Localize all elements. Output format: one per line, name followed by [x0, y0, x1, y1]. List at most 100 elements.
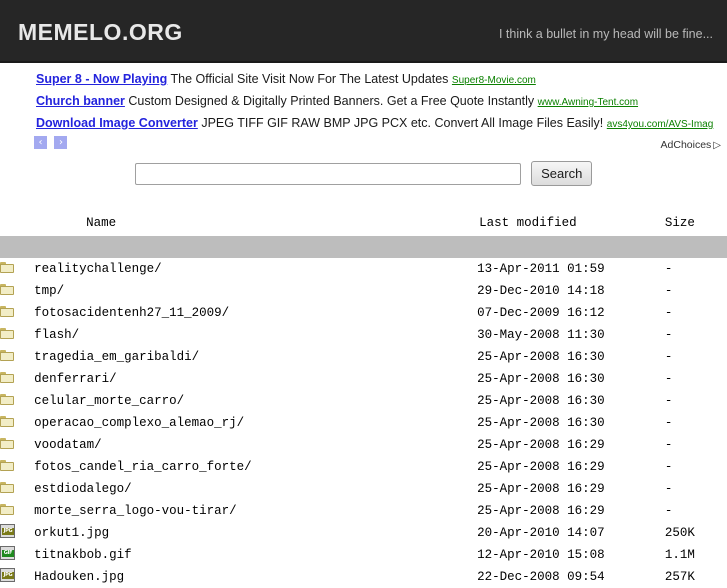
table-row[interactable]: denferrari/25-Apr-2008 16:30 - [0, 368, 727, 390]
adchoices-label: AdChoices [660, 139, 712, 151]
ad-prev-arrow-icon[interactable]: ‹ [34, 136, 47, 149]
last-modified-cell: 25-Apr-2008 16:29 [477, 460, 605, 474]
folder-icon [0, 393, 15, 406]
file-name-cell: operacao_complexo_alemao_rj/ [34, 412, 477, 434]
size-cell: - [664, 284, 673, 298]
table-row[interactable]: operacao_complexo_alemao_rj/25-Apr-2008 … [0, 412, 727, 434]
file-name-link[interactable]: morte_serra_logo-vou-tirar/ [34, 504, 237, 518]
file-type-badge: GIF [2, 550, 14, 557]
file-name-link[interactable]: Hadouken.jpg [34, 570, 124, 584]
file-name-link[interactable]: celular_morte_carro/ [34, 394, 184, 408]
folder-icon [0, 327, 15, 340]
last-modified-cell: 25-Apr-2008 16:30 [477, 350, 605, 364]
table-row[interactable]: JPG orkut1.jpg 20-Apr-2010 14:07 250K [0, 522, 727, 544]
listing-table: Name Last modified Size realitychallenge… [0, 216, 727, 588]
last-modified-cell: 25-Apr-2008 16:29 [477, 438, 605, 452]
jpg-file-icon: JPG [0, 524, 15, 538]
file-name-link[interactable]: fotosacidentenh27_11_2009/ [34, 306, 229, 320]
ad-block: Super 8 - Now Playing The Official Site … [0, 63, 727, 152]
ad-display-url[interactable]: avs4you.com/AVS-Imag [607, 119, 714, 130]
table-row[interactable]: tmp/29-Dec-2010 14:18 - [0, 280, 727, 302]
file-name-link[interactable]: titnakbob.gif [34, 548, 132, 562]
table-row[interactable]: tragedia_em_garibaldi/25-Apr-2008 16:30 - [0, 346, 727, 368]
table-row[interactable]: celular_morte_carro/25-Apr-2008 16:30 - [0, 390, 727, 412]
last-modified-cell: 25-Apr-2008 16:30 [477, 394, 605, 408]
file-name-cell: fotos_candel_ria_carro_forte/ [34, 456, 477, 478]
listing-header-row: Name Last modified Size [0, 216, 727, 236]
table-row[interactable]: estdiodalego/25-Apr-2008 16:29 - [0, 478, 727, 500]
row-icon-cell [0, 368, 34, 390]
site-tagline: I think a bullet in my head will be fine… [498, 27, 713, 41]
file-name-cell: denferrari/ [34, 368, 477, 390]
row-icon-cell [0, 258, 34, 280]
file-name-link[interactable]: realitychallenge/ [34, 262, 162, 276]
folder-icon [0, 437, 15, 450]
table-row[interactable]: fotosacidentenh27_11_2009/07-Dec-2009 16… [0, 302, 727, 324]
size-cell: - [664, 328, 673, 342]
ad-description: The Official Site Visit Now For The Late… [170, 72, 449, 86]
last-modified-cell: 25-Apr-2008 16:29 [477, 504, 605, 518]
search-input[interactable] [134, 162, 521, 185]
file-name-cell: titnakbob.gif [34, 544, 477, 566]
file-name-link[interactable]: tmp/ [34, 284, 64, 298]
size-cell: - [664, 460, 673, 474]
row-icon-cell [0, 302, 34, 324]
size-cell: - [664, 438, 673, 452]
last-modified-cell: 30-May-2008 11:30 [477, 328, 605, 342]
file-name-link[interactable]: tragedia_em_garibaldi/ [34, 350, 199, 364]
table-row[interactable]: fotos_candel_ria_carro_forte/25-Apr-2008… [0, 456, 727, 478]
row-icon-cell [0, 390, 34, 412]
size-cell: 1.1M [664, 548, 695, 562]
folder-icon [0, 305, 15, 318]
file-name-cell: celular_morte_carro/ [34, 390, 477, 412]
file-type-badge: JPG [2, 528, 14, 535]
ad-title-link[interactable]: Download Image Converter [36, 116, 198, 130]
size-cell: - [664, 306, 673, 320]
file-name-link[interactable]: orkut1.jpg [34, 526, 109, 540]
row-icon-cell [0, 324, 34, 346]
row-icon-cell [0, 346, 34, 368]
ad-next-arrow-icon[interactable]: › [54, 136, 68, 149]
file-type-badge: JPG [2, 572, 14, 579]
table-row[interactable]: morte_serra_logo-vou-tirar/25-Apr-2008 1… [0, 500, 727, 522]
ad-title-link[interactable]: Super 8 - Now Playing [36, 72, 167, 86]
table-row[interactable]: realitychallenge/13-Apr-2011 01:59 - [0, 258, 727, 280]
file-name-link[interactable]: flash/ [34, 328, 79, 342]
last-modified-cell: 25-Apr-2008 16:29 [477, 482, 605, 496]
row-icon-cell [0, 456, 34, 478]
size-cell: 250K [664, 526, 695, 540]
last-modified-cell: 25-Apr-2008 16:30 [477, 372, 605, 386]
table-row[interactable]: GIF titnakbob.gif 12-Apr-2010 15:08 1.1M [0, 544, 727, 566]
site-header: MEMELO.ORG I think a bullet in my head w… [0, 0, 727, 63]
ad-title-link[interactable]: Church banner [36, 94, 125, 108]
table-row[interactable]: JPG Hadouken.jpg 22-Dec-2008 09:54 257K [0, 566, 727, 588]
file-name-link[interactable]: fotos_candel_ria_carro_forte/ [34, 460, 252, 474]
last-modified-cell: 20-Apr-2010 14:07 [477, 526, 605, 540]
ad-display-url[interactable]: Super8-Movie.com [452, 75, 536, 86]
ad-item: Church banner Custom Designed & Digitall… [0, 91, 727, 113]
ad-description: JPEG TIFF GIF RAW BMP JPG PCX etc. Conve… [201, 116, 604, 130]
file-name-cell: orkut1.jpg [34, 522, 477, 544]
name-column-header[interactable]: Name [34, 216, 477, 236]
last-modified-column-header[interactable]: Last modified [477, 216, 659, 236]
row-icon-cell [0, 500, 34, 522]
adchoices-link[interactable]: AdChoices ▷ [661, 139, 721, 151]
header-divider [0, 236, 727, 258]
table-row[interactable]: voodatam/25-Apr-2008 16:29 - [0, 434, 727, 456]
file-name-cell: realitychallenge/ [34, 258, 477, 280]
file-name-link[interactable]: estdiodalego/ [34, 482, 132, 496]
search-button[interactable]: Search [531, 161, 593, 186]
folder-icon [0, 349, 15, 362]
folder-icon [0, 371, 15, 384]
table-row[interactable]: flash/30-May-2008 11:30 - [0, 324, 727, 346]
file-name-link[interactable]: voodatam/ [34, 438, 102, 452]
size-column-header[interactable]: Size [659, 216, 727, 236]
site-title: MEMELO.ORG [18, 19, 183, 45]
file-name-link[interactable]: operacao_complexo_alemao_rj/ [34, 416, 244, 430]
listing-body: realitychallenge/13-Apr-2011 01:59- tmp/2… [0, 258, 727, 588]
row-icon-cell: JPG [0, 566, 34, 588]
last-modified-cell: 07-Dec-2009 16:12 [477, 306, 605, 320]
file-name-link[interactable]: denferrari/ [34, 372, 117, 386]
folder-icon [0, 481, 15, 494]
ad-display-url[interactable]: www.Awning-Tent.com [538, 97, 638, 108]
